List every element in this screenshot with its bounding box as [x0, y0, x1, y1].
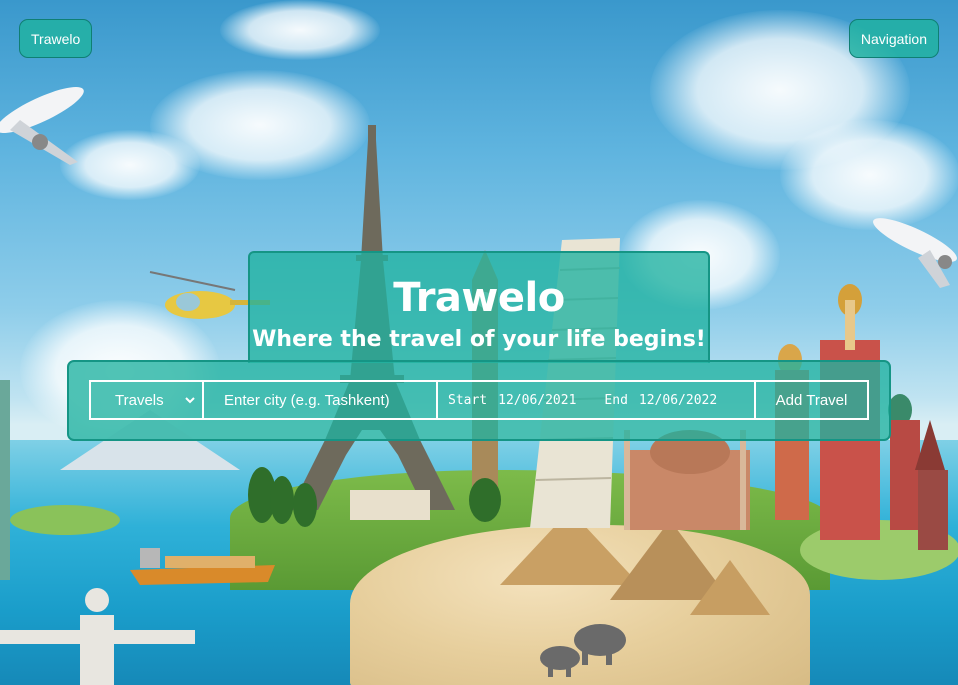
hero-subtitle: Where the travel of your life begins! [252, 327, 706, 352]
ship [130, 548, 275, 585]
navigation-button[interactable]: Navigation [848, 19, 939, 58]
start-date-label: Start [448, 392, 488, 408]
hero-title: Trawelo [393, 275, 565, 321]
mosque [624, 430, 750, 530]
category-select-value: Travels [115, 391, 164, 409]
building [350, 490, 430, 520]
airplane-left [0, 86, 84, 165]
start-date-input[interactable]: 12/06/2021 [498, 393, 576, 408]
category-select[interactable]: Travels [91, 382, 204, 418]
add-travel-button[interactable]: Add Travel [756, 382, 867, 418]
liberty-statue [0, 380, 10, 580]
brand-button[interactable]: Trawelo [19, 19, 93, 58]
end-date-label: End [604, 392, 628, 408]
date-range[interactable]: Start 12/06/2021 End 12/06/2022 [438, 382, 756, 418]
end-date-input[interactable]: 12/06/2022 [639, 393, 717, 408]
airplane-right [873, 218, 957, 288]
christ-statue [0, 588, 195, 685]
city-input-placeholder: Enter city (e.g. Tashkent) [224, 391, 390, 409]
elephants [540, 624, 626, 677]
travel-form: Travels Enter city (e.g. Tashkent) Start… [89, 380, 869, 420]
city-input[interactable]: Enter city (e.g. Tashkent) [204, 382, 438, 418]
chevron-down-icon [184, 393, 196, 410]
